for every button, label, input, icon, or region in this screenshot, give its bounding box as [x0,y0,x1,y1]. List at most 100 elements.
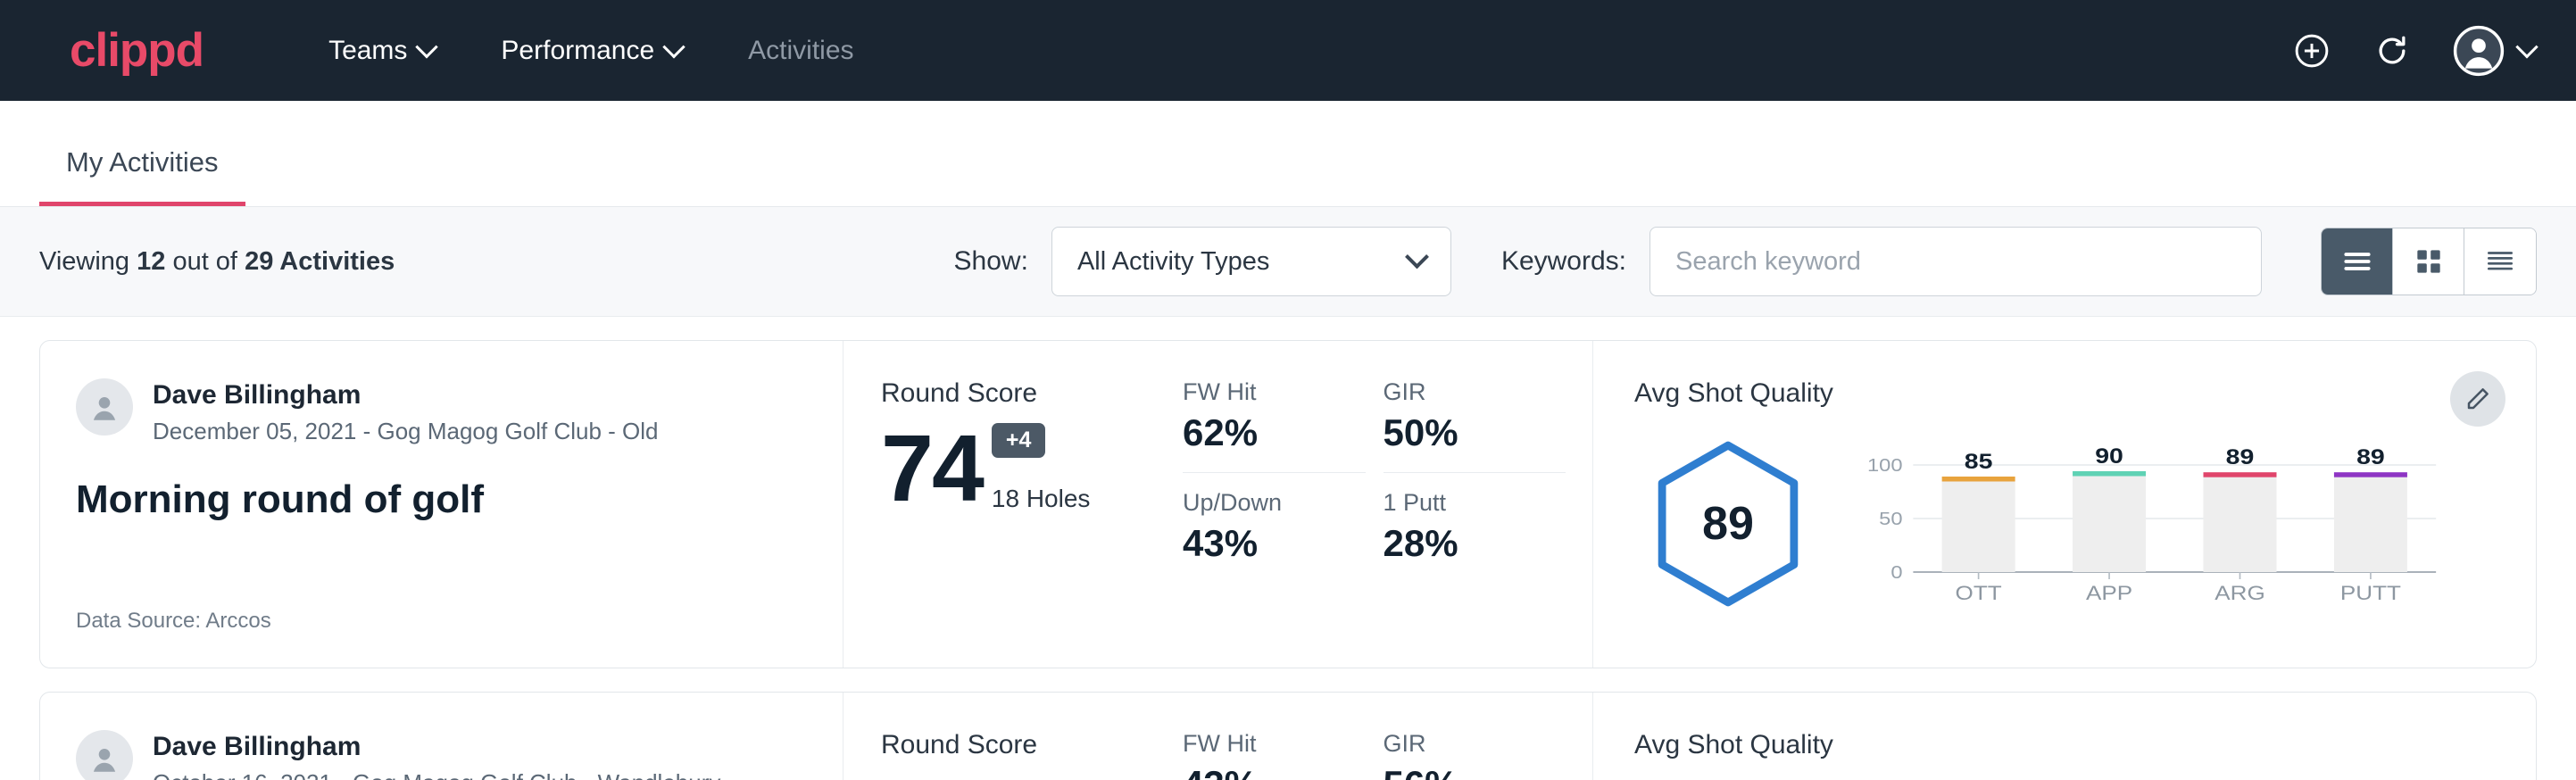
stat-value: 43% [1183,763,1339,780]
list-view-icon [2340,245,2374,278]
top-navbar: clippd Teams Performance Activities [0,0,2576,101]
view-toggle-list[interactable] [2322,228,2393,295]
activity-title: Morning round of golf [76,477,807,522]
stat-value: 56% [1384,763,1540,780]
avatar [76,378,133,436]
view-mode-toggle [2321,228,2537,295]
author-name: Dave Billingham [153,730,720,764]
plus-circle-icon [2292,31,2331,71]
stat-label: FW Hit [1183,378,1339,406]
viewing-summary: Viewing 12 out of 29 Activities [39,247,395,277]
primary-nav: Teams Performance Activities [302,23,880,79]
view-toggle-grid[interactable] [2393,228,2464,295]
activity-card[interactable]: Dave Billingham December 05, 2021 - Gog … [39,340,2537,668]
svg-text:APP: APP [2086,582,2132,604]
round-score-value-row: 74 +4 18 Holes [881,423,1174,513]
bar-chart: 05010085OTT90APP89ARG89PUTT [1854,435,2447,610]
svg-text:OTT: OTT [1956,582,2002,604]
tab-my-activities[interactable]: My Activities [39,146,245,206]
nav-label-performance: Performance [501,36,654,66]
edit-activity-button[interactable] [2450,371,2505,427]
stat-value: 43% [1183,522,1339,565]
activity-author: Dave Billingham October 16, 2021 - Gog M… [76,730,807,780]
chevron-down-icon [416,36,438,58]
activity-card[interactable]: Dave Billingham October 16, 2021 - Gog M… [39,692,2537,780]
activity-meta: December 05, 2021 - Gog Magog Golf Club … [153,418,659,445]
stat-label: GIR [1384,730,1540,758]
stat-label: FW Hit [1183,730,1339,758]
round-score-label: Round Score [881,378,1174,409]
nav-label-teams: Teams [328,36,407,66]
activity-author: Dave Billingham December 05, 2021 - Gog … [76,378,807,445]
stat-up-down: Up/Down 43% [1183,489,1366,565]
avg-shot-quality-label: Avg Shot Quality [1634,730,2447,760]
activity-info: Dave Billingham October 16, 2021 - Gog M… [40,693,843,780]
stat-value: 28% [1384,522,1540,565]
stat-value: 50% [1384,411,1540,454]
grid-view-icon [2412,245,2446,278]
quality-hexagon: 89 [1649,439,1807,609]
keywords-label: Keywords: [1501,246,1626,277]
shot-quality-chart: 05010085OTT90APP89ARG89PUTT [1854,435,2447,614]
viewing-middle: out of [172,247,237,276]
svg-text:ARG: ARG [2215,582,2264,604]
user-menu-button[interactable] [2453,25,2535,77]
nav-item-performance[interactable]: Performance [474,23,709,79]
activity-stats: FW Hit 62% GIR 50% Up/Down 43% 1 Putt 28… [1174,341,1593,668]
svg-text:90: 90 [2095,444,2123,468]
stat-gir: GIR 56% [1384,730,1566,780]
chevron-down-icon [662,36,685,58]
tab-bar: My Activities [0,101,2576,207]
stat-gir: GIR 50% [1384,378,1566,473]
avg-shot-quality-label: Avg Shot Quality [1634,378,2447,409]
compact-view-icon [2483,245,2517,278]
round-score-section: Round Score 74 +4 18 Holes [843,341,1174,668]
svg-text:50: 50 [1879,508,1902,528]
avg-shot-quality-section: Avg Shot Quality 05010094OTT82APP106ARG8… [1593,693,2536,780]
score-differential-badge: +4 [992,423,1046,458]
activity-stats: FW Hit 43% GIR 56% [1174,693,1593,780]
activities-list: Dave Billingham December 05, 2021 - Gog … [0,317,2576,780]
avg-shot-quality-section: Avg Shot Quality 89 0 50 100 85 OTT 90 APP 89 AR… [1593,341,2536,668]
viewing-count: 12 [137,247,165,276]
refresh-icon [2372,31,2412,71]
stat-one-putt: 1 Putt 28% [1384,489,1566,565]
activity-type-value: All Activity Types [1077,247,1408,277]
author-name: Dave Billingham [153,378,659,412]
round-score-label: Round Score [881,730,1174,760]
activity-source: Data Source: Arccos [76,609,807,634]
view-toggle-compact[interactable] [2464,228,2536,295]
quality-score: 89 [1702,497,1754,551]
svg-text:89: 89 [2226,444,2255,469]
activity-info: Dave Billingham December 05, 2021 - Gog … [40,341,843,668]
pencil-icon [2464,386,2491,412]
stat-value: 62% [1183,411,1339,454]
search-input[interactable] [1649,227,2262,296]
navbar-actions [2292,25,2535,77]
stat-label: GIR [1384,378,1540,406]
nav-item-activities[interactable]: Activities [721,23,880,79]
user-avatar-icon [86,740,123,777]
filter-bar: Viewing 12 out of 29 Activities Show: Al… [0,207,2576,317]
viewing-total: 29 Activities [245,247,395,276]
stat-fw-hit: FW Hit 62% [1183,378,1366,473]
add-activity-button[interactable] [2292,31,2331,71]
svg-text:0: 0 [1890,561,1902,582]
chevron-down-icon [1405,245,1429,269]
svg-text:100: 100 [1867,454,1903,475]
refresh-button[interactable] [2372,31,2412,71]
stat-label: 1 Putt [1384,489,1540,517]
svg-text:85: 85 [1965,449,1993,473]
stat-fw-hit: FW Hit 43% [1183,730,1366,780]
activity-type-select[interactable]: All Activity Types [1051,227,1451,296]
show-label: Show: [954,246,1028,277]
user-avatar-icon [2453,25,2505,77]
nav-label-activities: Activities [748,36,853,66]
round-score-value: 74 [881,426,983,513]
viewing-prefix: Viewing [39,247,129,276]
avatar [76,730,133,780]
user-avatar-icon [86,388,123,426]
activity-meta: October 16, 2021 - Gog Magog Golf Club -… [153,769,720,780]
clippd-logo[interactable]: clippd [70,27,204,74]
nav-item-teams[interactable]: Teams [302,23,461,79]
